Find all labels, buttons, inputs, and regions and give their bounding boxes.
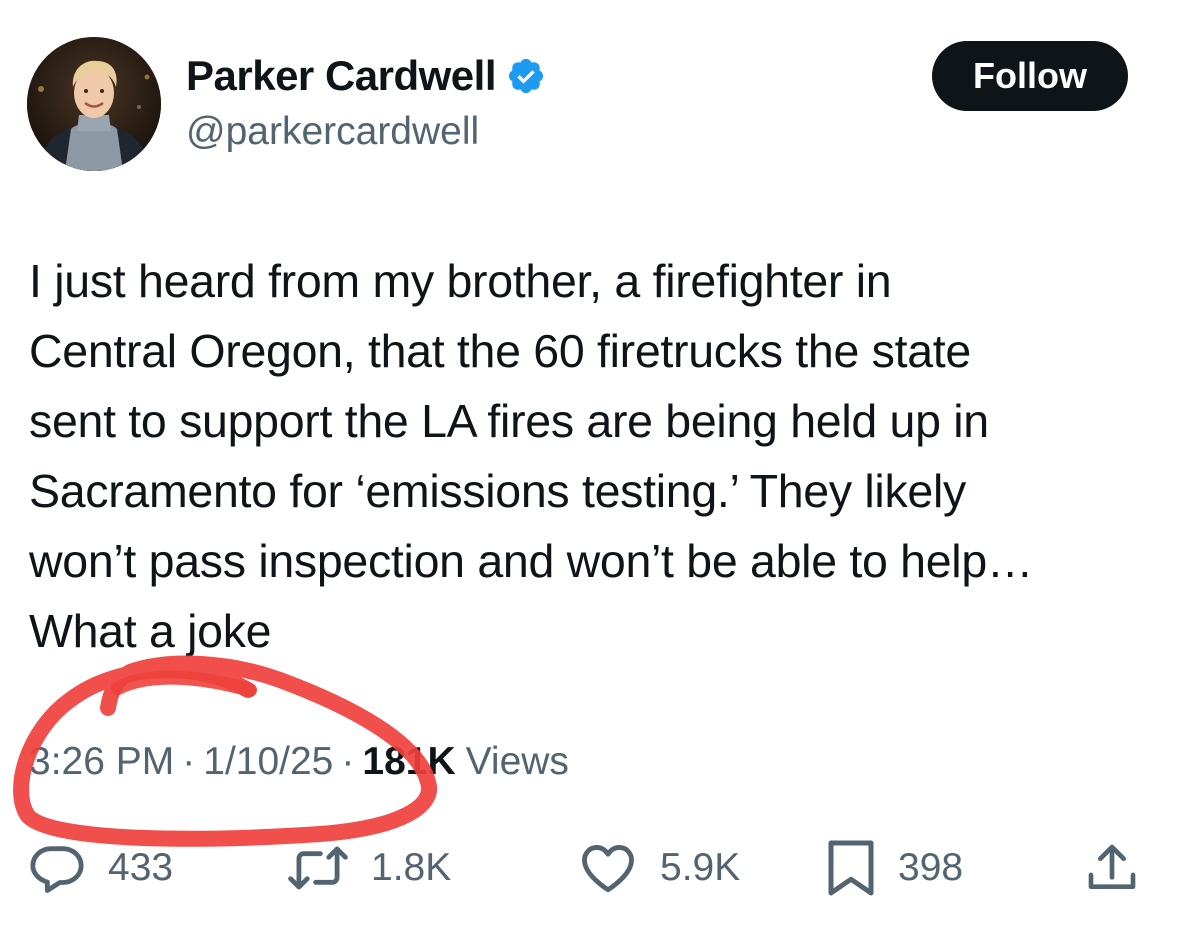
tweet-text-line: Sacramento for ‘emissions testing.’ They… <box>29 465 966 517</box>
verified-badge-icon <box>506 56 546 96</box>
repost-count: 1.8K <box>371 846 452 889</box>
tweet-text-line: sent to support the LA fires are being h… <box>29 395 989 447</box>
tweet-text-line: I just heard from my brother, a firefigh… <box>29 255 892 307</box>
display-name-row[interactable]: Parker Cardwell <box>186 48 546 104</box>
tweet-meta: 3:26 PM · 1/10/25 · 181K Views <box>29 740 569 784</box>
meta-separator: · <box>182 740 196 783</box>
bookmark-icon <box>826 838 876 898</box>
user-handle[interactable]: @parkercardwell <box>186 110 479 154</box>
tweet-time[interactable]: 3:26 PM <box>29 740 174 784</box>
heart-icon <box>578 839 638 897</box>
share-icon <box>1084 839 1140 897</box>
display-name[interactable]: Parker Cardwell <box>186 52 497 100</box>
repost-icon <box>287 839 349 897</box>
repost-button[interactable]: 1.8K <box>287 838 451 898</box>
views-label: Views <box>465 740 569 783</box>
follow-button[interactable]: Follow <box>932 41 1128 111</box>
avatar[interactable] <box>27 37 161 171</box>
avatar-photo <box>27 37 161 171</box>
bookmark-count: 398 <box>898 846 964 889</box>
tweet-text-line: Central Oregon, that the 60 firetrucks t… <box>29 325 971 377</box>
reply-count: 433 <box>108 846 174 889</box>
tweet-text-line: won’t pass inspection and won’t be able … <box>29 535 1034 587</box>
share-button[interactable] <box>1084 838 1140 898</box>
like-button[interactable]: 5.9K <box>578 838 740 898</box>
tweet-card: Parker Cardwell @parkercardwell Follow I… <box>0 0 1179 929</box>
reply-button[interactable]: 433 <box>28 838 173 898</box>
tweet-text: I just heard from my brother, a firefigh… <box>29 246 1159 666</box>
views-count[interactable]: 181K <box>362 740 455 784</box>
tweet-date[interactable]: 1/10/25 <box>203 740 333 784</box>
bookmark-button[interactable]: 398 <box>826 838 963 898</box>
reply-icon <box>28 839 86 897</box>
like-count: 5.9K <box>660 846 741 889</box>
meta-separator: · <box>341 740 355 783</box>
tweet-text-line: What a joke <box>29 605 272 657</box>
